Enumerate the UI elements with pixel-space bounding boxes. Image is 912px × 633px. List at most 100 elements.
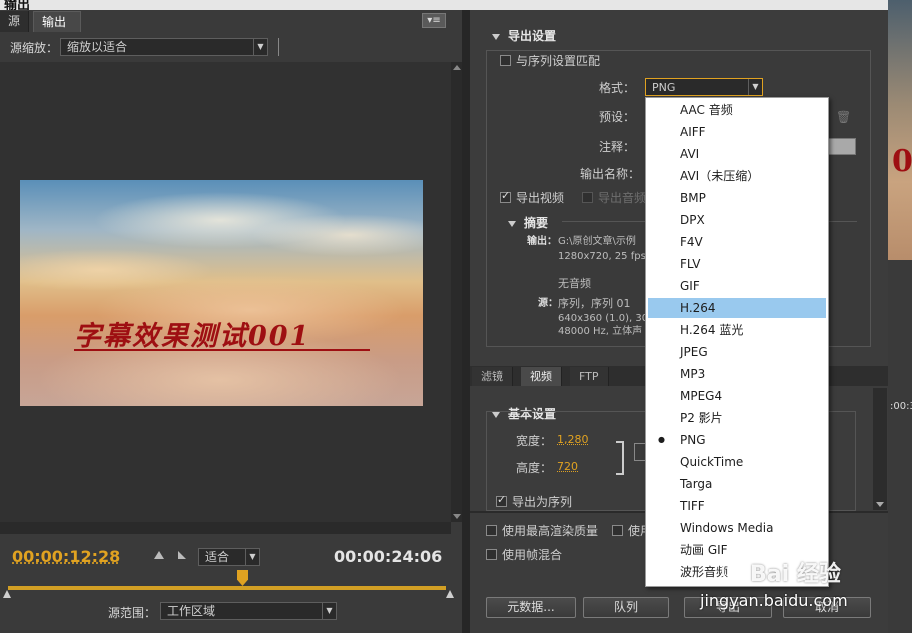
format-option[interactable]: GIF (648, 276, 826, 296)
tab-output[interactable]: 输出 (33, 11, 81, 32)
mark-out-icon[interactable] (178, 551, 186, 559)
format-option[interactable]: DPX (648, 210, 826, 230)
source-scale-dropdown[interactable]: 缩放以适合 ▼ (60, 38, 268, 56)
panel-divider[interactable] (462, 10, 470, 633)
scroll-down-icon[interactable] (453, 514, 461, 519)
watermark-url: jingyan.baidu.com (700, 591, 848, 610)
summary-header[interactable]: 摘要 (508, 214, 548, 231)
collapse-triangle-icon[interactable] (492, 34, 500, 40)
format-option[interactable]: TIFF (648, 496, 826, 516)
summary-source-spec1: 640x360 (1.0), 30 (558, 313, 648, 325)
fit-dropdown[interactable]: 适合 ▼ (198, 548, 260, 566)
tab-source[interactable]: 源 (0, 11, 29, 32)
panel-menu-button[interactable]: ▾≡ (422, 13, 446, 28)
metadata-button[interactable]: 元数据... (486, 597, 576, 618)
format-option[interactable]: PNG (648, 430, 826, 450)
export-as-sequence-checkbox[interactable] (496, 496, 507, 507)
source-range-value: 工作区域 (167, 604, 215, 618)
width-value[interactable]: 1,280 (557, 433, 589, 446)
preview-vertical-scrollbar[interactable] (451, 62, 462, 522)
background-panel (888, 260, 912, 633)
summary-source-label: 源： (538, 298, 558, 310)
background-video-thumbnail: 0 (888, 0, 912, 260)
chevron-down-icon: ▼ (322, 603, 336, 619)
current-timecode[interactable]: 00:00:12:28 (12, 547, 120, 566)
format-option[interactable]: Windows Media (648, 518, 826, 538)
tab-ftp[interactable]: FTP (570, 367, 609, 386)
max-render-quality-checkbox[interactable] (486, 525, 497, 536)
watermark-logo: Bai 经验 (750, 556, 841, 588)
summary-output-path: G:\原创文章\示例 (558, 236, 636, 248)
format-option[interactable]: AVI (648, 144, 826, 164)
format-dropdown-list[interactable]: AAC 音频 AIFF AVI AVI（未压缩） BMP DPX F4V FLV GIF H.26… (645, 97, 829, 587)
format-option[interactable]: H.264 蓝光 (648, 320, 826, 340)
format-option[interactable]: AAC 音频 (648, 100, 826, 120)
summary-output-spec: 1280x720, 25 fps (558, 251, 646, 263)
export-video-label: 导出视频 (516, 189, 564, 206)
use-previews-checkbox[interactable] (612, 525, 623, 536)
preset-label: 预设： (575, 108, 635, 125)
collapse-triangle-icon[interactable] (508, 221, 516, 227)
scroll-down-icon[interactable] (876, 502, 884, 507)
format-option[interactable]: P2 影片 (648, 408, 826, 428)
fit-value: 适合 (205, 550, 229, 564)
export-audio-checkbox[interactable] (582, 192, 593, 203)
summary-source-seq: 序列，序列 01 (558, 298, 631, 310)
source-scale-label: 源缩放： (10, 39, 58, 56)
range-start-handle[interactable] (3, 590, 11, 598)
export-as-sequence-label: 导出为序列 (512, 493, 572, 510)
tab-filters[interactable]: 滤镜 (472, 367, 513, 386)
format-option[interactable]: FLV (648, 254, 826, 274)
source-range-dropdown[interactable]: 工作区域 ▼ (160, 602, 337, 620)
frame-blending-label: 使用帧混合 (502, 546, 562, 563)
settings-vertical-scrollbar[interactable] (873, 388, 887, 510)
window-title-bar: 输出 (0, 0, 888, 10)
format-option[interactable]: F4V (648, 232, 826, 252)
format-option[interactable]: AVI（未压缩） (648, 166, 826, 186)
paw-logo-icon (722, 558, 748, 584)
summary-no-audio: 无音频 (558, 278, 591, 290)
format-option[interactable]: MP3 (648, 364, 826, 384)
export-settings-title: 导出设置 (508, 29, 556, 43)
format-option[interactable]: AIFF (648, 122, 826, 142)
width-label: 宽度： (516, 432, 552, 449)
summary-title: 摘要 (524, 216, 548, 230)
export-audio-label: 导出音频 (598, 189, 646, 206)
aspect-link-bracket (616, 441, 624, 475)
comment-label: 注释： (575, 138, 635, 155)
format-option[interactable]: Targa (648, 474, 826, 494)
height-label: 高度： (516, 459, 552, 476)
chevron-down-icon: ▼ (245, 549, 259, 565)
export-video-checkbox[interactable] (500, 192, 511, 203)
mark-in-icon[interactable] (154, 551, 164, 559)
divider (278, 38, 279, 56)
format-option[interactable]: MPEG4 (648, 386, 826, 406)
match-sequence-label: 与序列设置匹配 (516, 52, 600, 69)
source-scale-value: 缩放以适合 (67, 40, 127, 54)
background-caption-fragment: 0 (892, 144, 912, 179)
background-timecode: :00:3 (890, 401, 912, 412)
summary-output-label: 输出： (527, 236, 557, 248)
height-value[interactable]: 720 (557, 460, 578, 473)
output-name-label: 输出名称： (580, 165, 640, 182)
trash-icon[interactable]: 🗑 (836, 110, 851, 124)
caption-underline (74, 349, 370, 351)
frame-blending-checkbox[interactable] (486, 549, 497, 560)
export-settings-header[interactable]: 导出设置 (492, 27, 556, 44)
format-label: 格式： (575, 79, 635, 96)
video-preview-frame: 字幕效果测试001 (20, 180, 423, 406)
queue-button[interactable]: 队列 (583, 597, 669, 618)
watermark: Bai 经验 jingyan.baidu.com (706, 556, 886, 616)
preview-horizontal-scrollbar[interactable] (0, 522, 451, 534)
scroll-up-icon[interactable] (453, 65, 461, 70)
format-option[interactable]: BMP (648, 188, 826, 208)
match-sequence-checkbox[interactable] (500, 55, 511, 66)
format-dropdown[interactable]: PNG ▼ (645, 78, 763, 96)
max-render-quality-label: 使用最高渲染质量 (502, 522, 598, 539)
format-option[interactable]: JPEG (648, 342, 826, 362)
format-option[interactable]: H.264 (648, 298, 826, 318)
range-end-handle[interactable] (446, 590, 454, 598)
tab-video[interactable]: 视频 (521, 367, 562, 386)
timeline-track[interactable] (8, 586, 446, 590)
format-option[interactable]: QuickTime (648, 452, 826, 472)
